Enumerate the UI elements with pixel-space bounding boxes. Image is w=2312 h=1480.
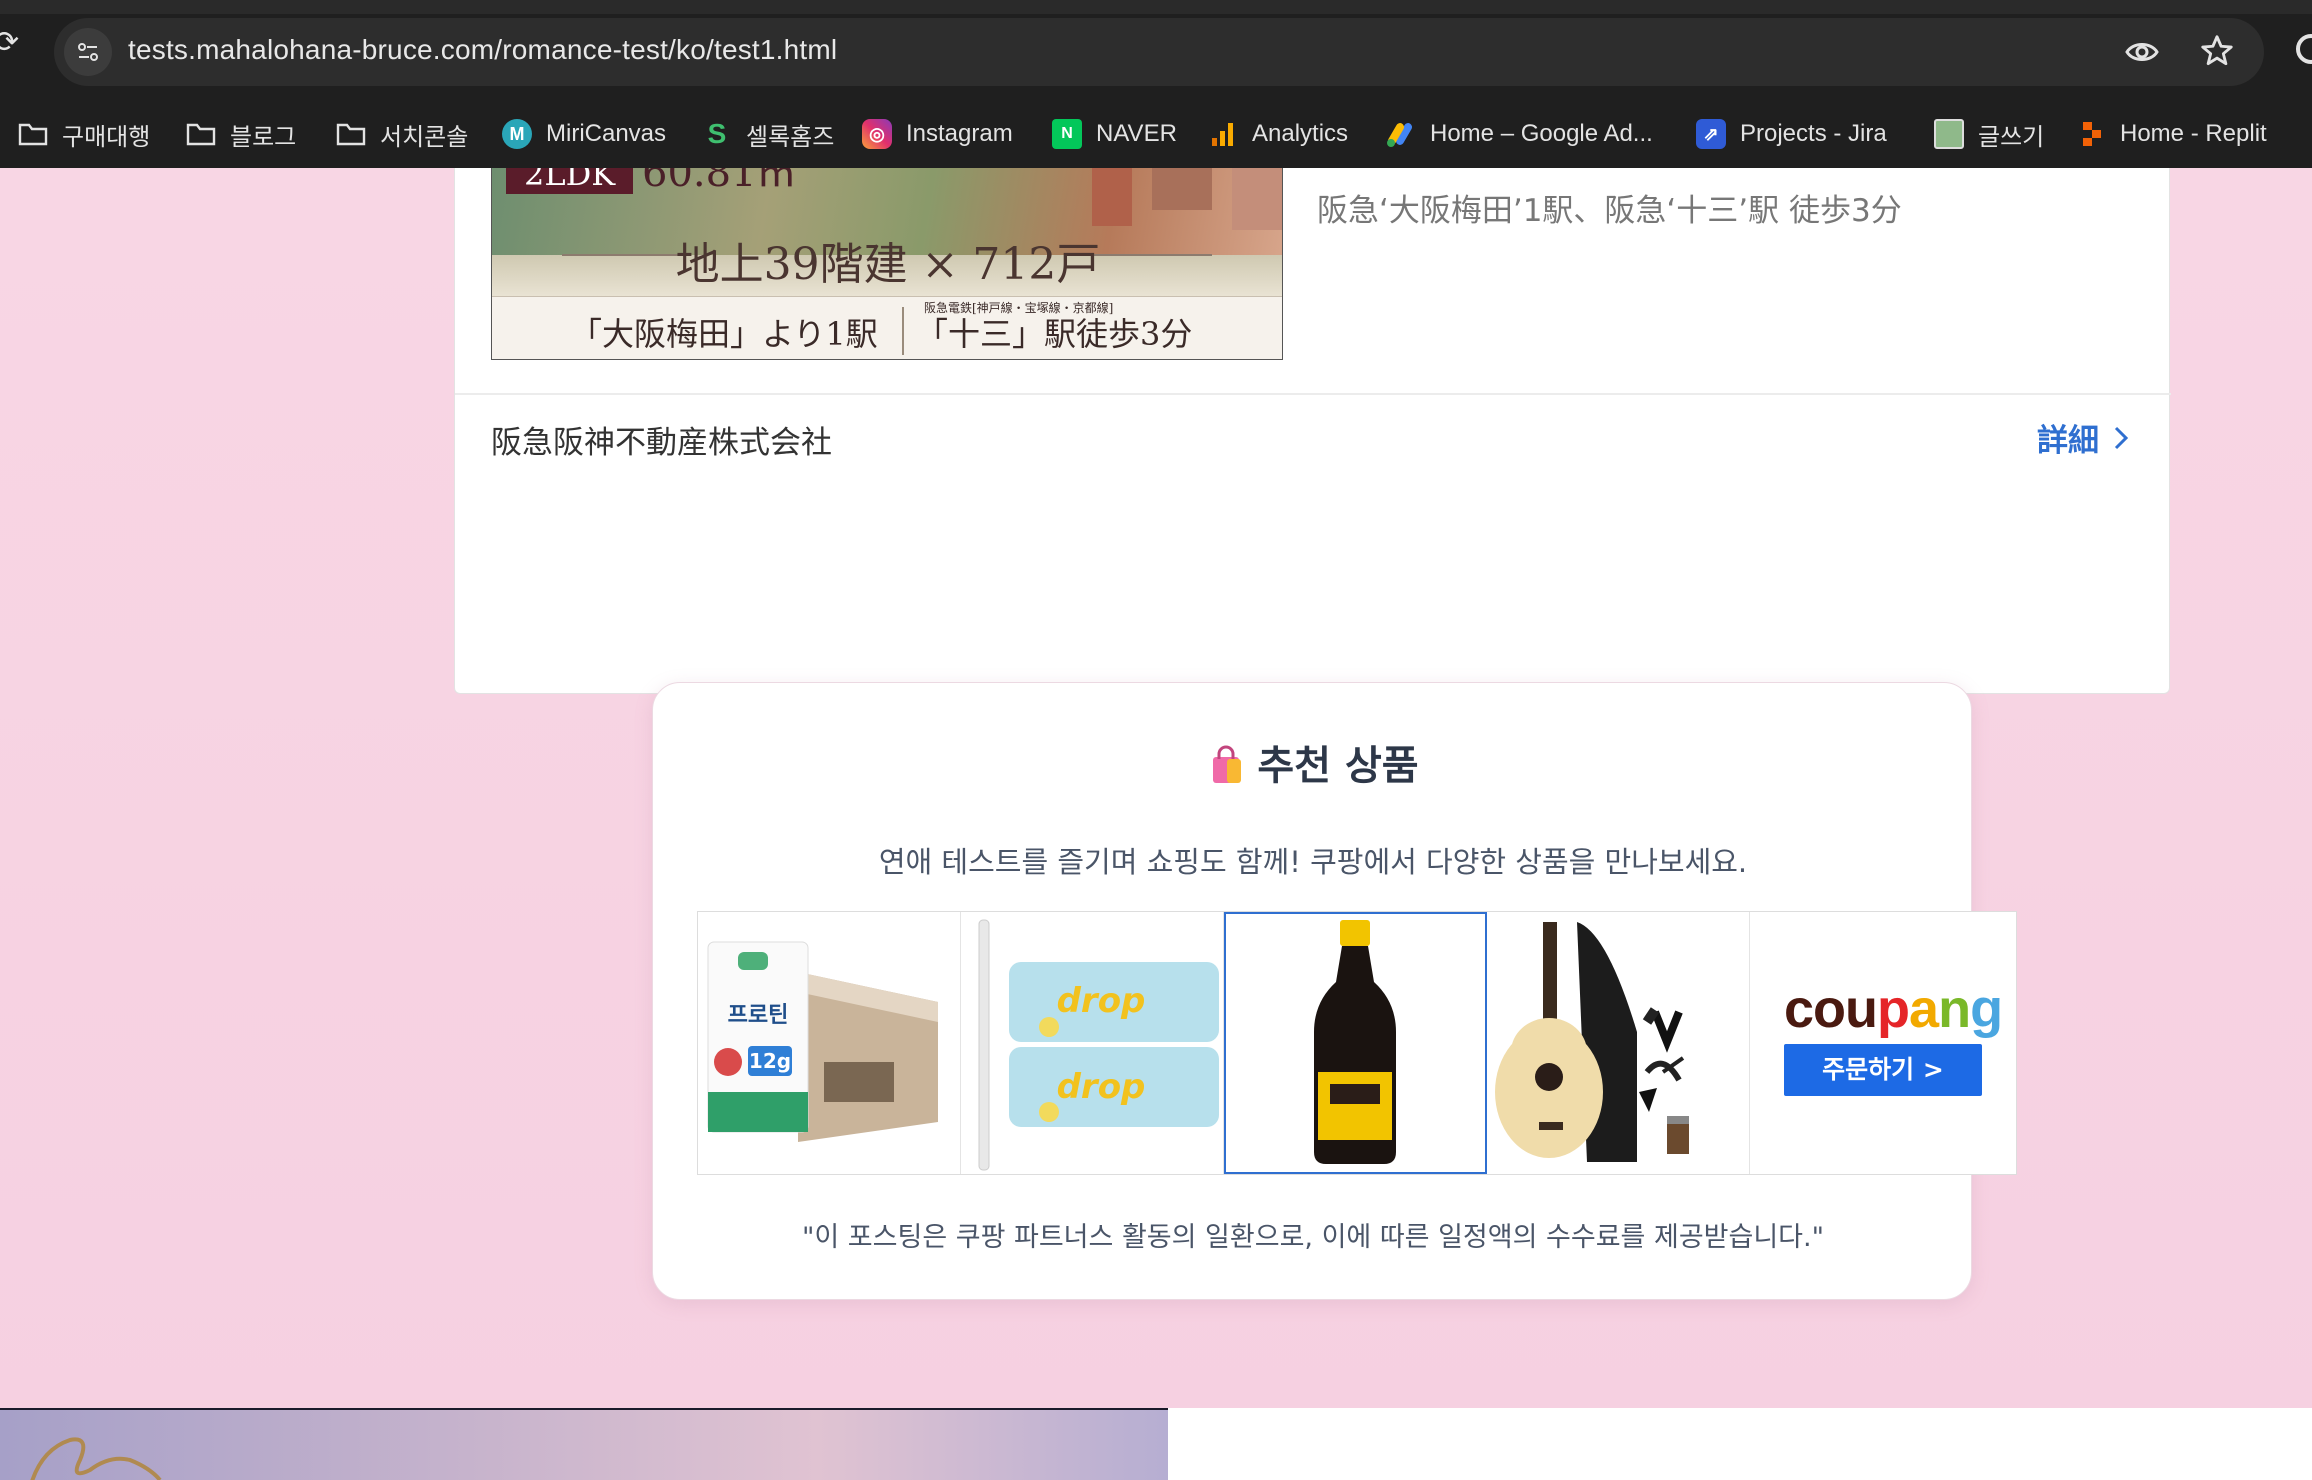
- ad-bottom-band: 「大阪梅田」より1駅 阪急電鉄[神戸線・宝塚線・京都線] 「十三」駅徒歩3分: [492, 296, 1282, 359]
- google-ads-icon: [1386, 119, 1416, 149]
- extension-icon[interactable]: [2296, 34, 2312, 64]
- drop-wipes-image: drop drop: [978, 919, 1219, 1171]
- bookmark-item[interactable]: ⇗ Projects - Jira: [1696, 114, 1887, 154]
- bookmark-label: NAVER: [1096, 120, 1177, 147]
- soy-sauce-image: [1314, 920, 1396, 1164]
- bookmark-label: Projects - Jira: [1740, 120, 1887, 147]
- bookmark-label: 글쓰기: [1978, 123, 2045, 151]
- analytics-icon: [1208, 119, 1238, 149]
- protein-label: 프로틴: [728, 1003, 789, 1028]
- page-content: 2LDK 60.81㎡ 地上39階建 × 712戸 「大阪梅田」より1駅 阪急電…: [0, 168, 2312, 1480]
- bottom-blank-area: [1168, 1408, 2312, 1480]
- jira-icon: ⇗: [1696, 119, 1726, 149]
- folder-icon: [18, 119, 48, 149]
- replit-icon: [2076, 119, 2106, 149]
- bookmark-item[interactable]: N NAVER: [1052, 114, 1177, 154]
- ad-divider: [455, 393, 2171, 395]
- protein-badge: 12g: [749, 1049, 791, 1073]
- bookmark-item[interactable]: Home – Google Ad...: [1386, 114, 1653, 154]
- bookmark-item[interactable]: Analytics: [1208, 114, 1348, 154]
- ad-detail-link[interactable]: 詳細: [2037, 415, 2129, 460]
- tab-strip: [0, 0, 2312, 14]
- bookmark-label: MiriCanvas: [546, 120, 667, 147]
- bookmark-label: 서치콘솔: [380, 123, 469, 151]
- address-bar[interactable]: tests.mahalohana-bruce.com/romance-test/…: [54, 18, 2264, 86]
- bookmark-star-icon[interactable]: [2198, 32, 2236, 70]
- folder-icon: [186, 119, 216, 149]
- product-soy-sauce-bottle[interactable]: [1224, 912, 1487, 1174]
- ad-description: 阪急‘大阪梅田’1駅、阪急‘十三’駅 徒歩3分: [1317, 193, 1902, 229]
- recommend-card: 추천 상품 연애 테스트를 즐기며 쇼핑도 함께! 쿠팡에서 다양한 상품을 만…: [652, 682, 2017, 1300]
- ad-station-right: 「十三」駅徒歩3分: [916, 315, 1193, 353]
- guitar-image: [1495, 922, 1689, 1162]
- ad-area-tag: 60.81㎡: [642, 168, 797, 196]
- coupang-partners-disclaimer: "이 포스팅은 쿠팡 파트너스 활동의 일환으로, 이에 따른 일정액의 수수료…: [801, 1222, 1825, 1253]
- chevron-right-icon: [2114, 426, 2129, 449]
- ad-company-name: 阪急阪神不動産株式会社: [491, 425, 832, 461]
- writing-icon: [1934, 119, 1964, 149]
- product-acoustic-guitar-set[interactable]: [1487, 912, 1750, 1174]
- bookmarks-bar: 구매대행 블로그 서치콘솔 M MiriCanvas S 셀록홈즈 ◎ Inst…: [0, 106, 2312, 162]
- ad-floors-units: 地上39階建 × 712戸: [675, 239, 1101, 290]
- bookmark-item[interactable]: Home - Replit: [2076, 114, 2267, 154]
- folder-icon: [336, 119, 366, 149]
- coupang-logo: coupang: [1784, 979, 2003, 1039]
- bookmark-item[interactable]: M MiriCanvas: [502, 114, 666, 154]
- reload-icon[interactable]: ⟳: [0, 28, 20, 58]
- browser-chrome: ⟳ tests.mahalohana-bruce.com/romance-tes…: [0, 0, 2312, 168]
- shopping-bag-icon: [1213, 745, 1242, 783]
- drop-label: drop: [1057, 1067, 1146, 1107]
- bookmark-item[interactable]: ◎ Instagram: [862, 114, 1013, 154]
- bookmark-item[interactable]: 서치콘솔: [336, 114, 468, 154]
- bookmark-label: 구매대행: [62, 123, 151, 151]
- bookmark-item[interactable]: 글쓰기: [1934, 114, 2044, 154]
- bottom-banner-image[interactable]: [0, 1408, 1168, 1480]
- drop-label: drop: [1057, 981, 1146, 1021]
- coupang-ad-box[interactable]: coupang 주문하기 >: [1750, 912, 2014, 1174]
- product-drop-wet-wipes[interactable]: drop drop: [961, 912, 1224, 1174]
- bookmark-label: 셀록홈즈: [746, 123, 835, 151]
- tune-icon: [78, 43, 98, 61]
- recommend-title-text: 추천 상품: [1257, 743, 1419, 789]
- bookmark-item[interactable]: 구매대행: [18, 114, 150, 154]
- bookmark-label: Home – Google Ad...: [1430, 120, 1653, 147]
- ad-divider-line: [902, 307, 904, 355]
- bookmark-item[interactable]: 블로그: [186, 114, 296, 154]
- protein-drink-image: 프로틴 12g: [707, 941, 938, 1142]
- naver-icon: N: [1052, 119, 1082, 149]
- url-text[interactable]: tests.mahalohana-bruce.com/romance-test/…: [128, 34, 837, 66]
- site-info-button[interactable]: [64, 28, 112, 76]
- ad-banner-image[interactable]: 2LDK 60.81㎡ 地上39階建 × 712戸 「大阪梅田」より1駅 阪急電…: [491, 168, 1283, 360]
- decorative-script-icon: [30, 1437, 162, 1480]
- miricanvas-icon: M: [502, 119, 532, 149]
- bookmark-label: 블로그: [230, 123, 297, 151]
- recommend-description: 연애 테스트를 즐기며 쇼핑도 함께! 쿠팡에서 다양한 상품을 만나보세요.: [878, 845, 1748, 879]
- ad-station-left: 「大阪梅田」より1駅: [570, 315, 878, 353]
- bookmark-label: Home - Replit: [2120, 120, 2267, 147]
- recommend-title: 추천 상품: [653, 733, 1973, 791]
- coupang-product-carousel: 프로틴 12g drop drop coupang 주문하기 >: [697, 911, 2017, 1175]
- instagram-icon: ◎: [862, 119, 892, 149]
- ad-layout-tag: 2LDK: [506, 168, 634, 194]
- bookmark-label: Analytics: [1252, 120, 1349, 147]
- ad-detail-label: 詳細: [2037, 423, 2099, 459]
- ad-card[interactable]: 2LDK 60.81㎡ 地上39階建 × 712戸 「大阪梅田」より1駅 阪急電…: [454, 168, 2171, 694]
- bookmark-label: Instagram: [906, 120, 1013, 147]
- product-protein-drink[interactable]: 프로틴 12g: [698, 912, 961, 1174]
- sellock-icon: S: [707, 118, 727, 149]
- bookmark-item[interactable]: S 셀록홈즈: [702, 114, 835, 154]
- eye-icon[interactable]: [2124, 34, 2160, 70]
- coupang-order-button[interactable]: 주문하기 >: [1784, 1044, 1982, 1096]
